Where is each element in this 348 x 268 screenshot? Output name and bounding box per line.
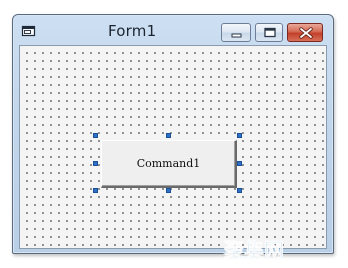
close-icon <box>299 27 313 39</box>
minimize-button[interactable] <box>221 23 251 42</box>
close-button[interactable] <box>287 23 323 42</box>
resize-handle-right[interactable] <box>237 161 242 166</box>
title-bar[interactable]: Form1 <box>13 15 333 43</box>
form-icon <box>21 25 36 37</box>
maximize-button[interactable] <box>255 23 283 42</box>
resize-handle-top-right[interactable] <box>237 133 242 138</box>
command-button[interactable]: Command1 <box>101 140 237 188</box>
form-window[interactable]: Form1 <box>12 14 334 254</box>
design-surface: Form1 Command1 聚集网 <box>0 0 348 268</box>
maximize-icon <box>264 27 276 38</box>
resize-handle-top-left[interactable] <box>93 133 98 138</box>
watermark-logo: 聚集网 <box>223 238 285 262</box>
resize-handle-left[interactable] <box>93 161 98 166</box>
resize-handle-bottom[interactable] <box>166 188 171 193</box>
command-button-label: Command1 <box>136 157 201 170</box>
resize-handle-bottom-right[interactable] <box>237 188 242 193</box>
resize-handle-bottom-left[interactable] <box>93 188 98 193</box>
window-title: Form1 <box>108 22 157 40</box>
resize-handle-top[interactable] <box>166 133 171 138</box>
minimize-icon <box>231 33 242 38</box>
watermark-text: 聚集网 <box>223 238 284 262</box>
